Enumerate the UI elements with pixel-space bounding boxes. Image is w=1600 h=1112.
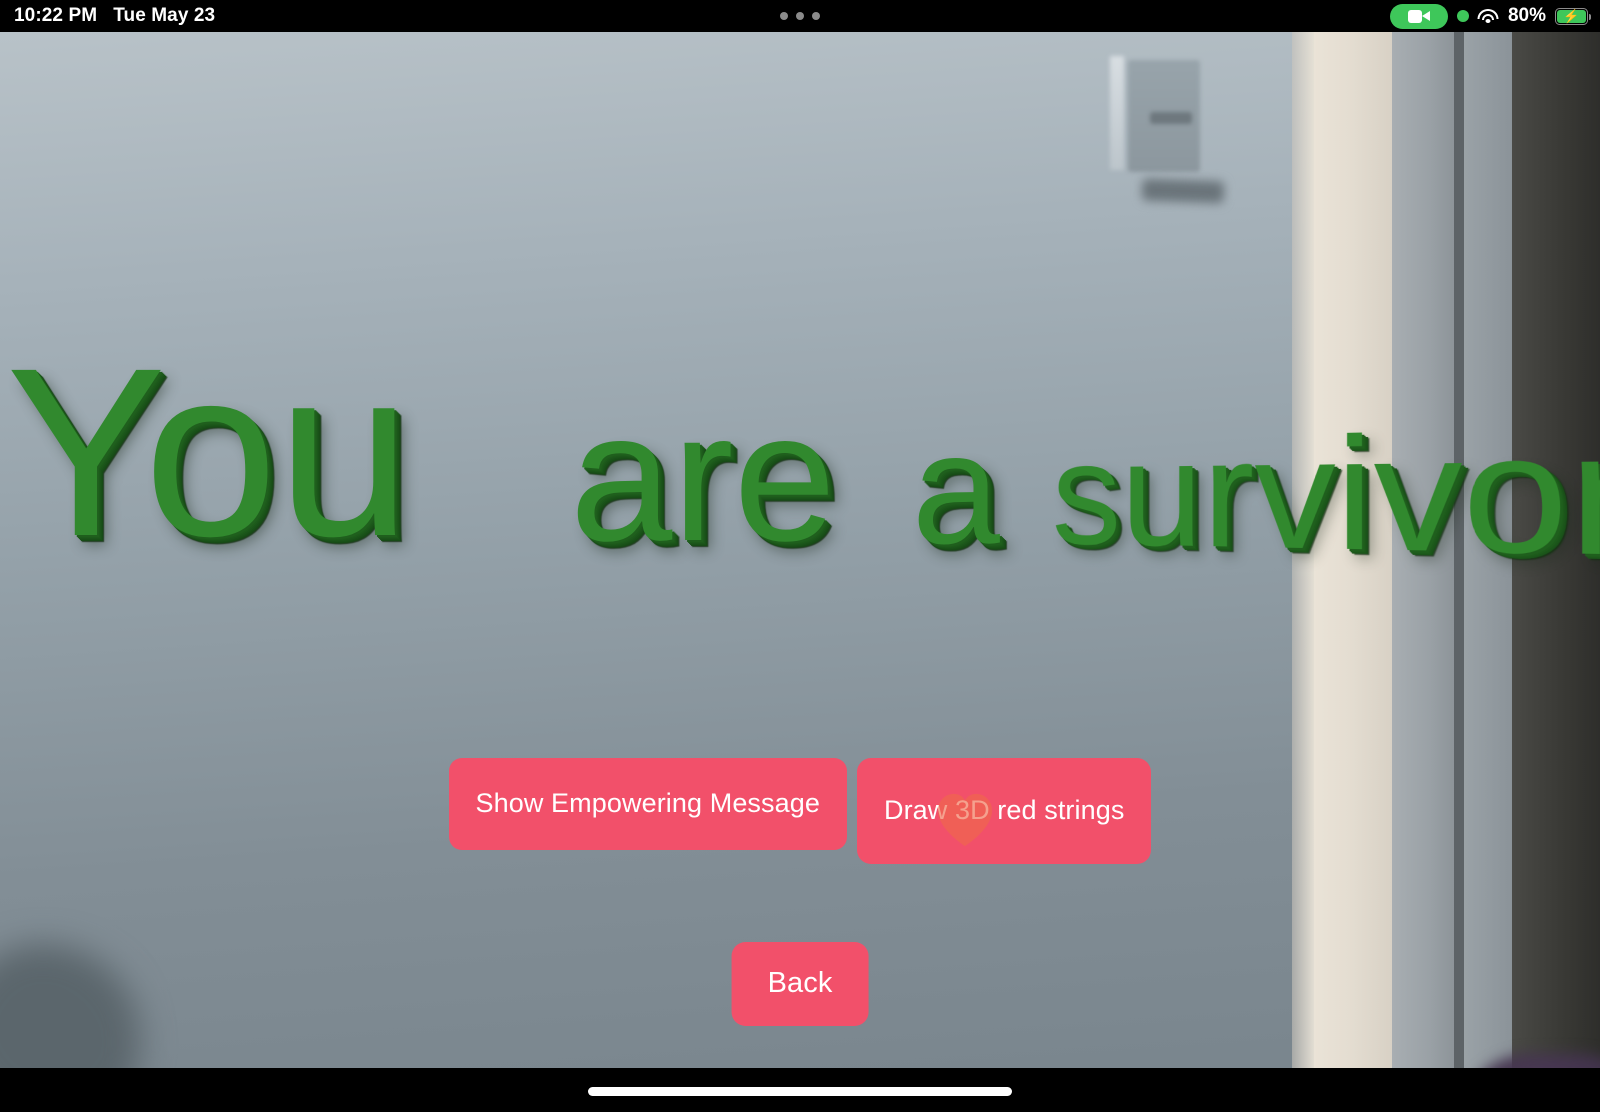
- camera-body: [1407, 9, 1422, 23]
- home-indicator[interactable]: [588, 1087, 1012, 1096]
- ar-word-a: a: [912, 401, 1000, 577]
- show-empowering-message-button[interactable]: Show Empowering Message: [448, 758, 847, 850]
- video-camera-icon: [1389, 3, 1448, 29]
- battery-cap: [1588, 13, 1591, 20]
- three-dots-icon: [780, 12, 788, 20]
- back-button[interactable]: Back: [731, 942, 869, 1026]
- primary-button-row: Show Empowering Message Draw 3D red stri…: [0, 758, 1600, 864]
- status-bar-right: 80% ⚡: [1389, 3, 1591, 29]
- ar-word-are: are: [570, 373, 836, 579]
- green-privacy-dot-icon: [1456, 10, 1469, 22]
- ar-word-you: You: [6, 318, 411, 586]
- status-bar: 10:22 PM Tue May 23 80% ⚡: [0, 0, 1600, 32]
- wifi-dot: [1485, 19, 1491, 23]
- ar-camera-view[interactable]: You are a survivor Show Empowering Messa…: [0, 32, 1600, 1068]
- three-dots-icon: [812, 12, 820, 20]
- battery-charging-icon: ⚡: [1555, 7, 1591, 25]
- video-camera-glyph: [1407, 9, 1430, 23]
- ar-text-layer: You are a survivor: [0, 32, 1600, 1068]
- charging-bolt-icon: ⚡: [1563, 8, 1580, 24]
- status-time: 10:22 PM: [14, 5, 98, 26]
- wifi-icon: [1477, 8, 1499, 24]
- status-bar-left: 10:22 PM Tue May 23: [14, 5, 215, 27]
- home-bar: [0, 1068, 1600, 1112]
- status-date: Tue May 23: [113, 5, 216, 26]
- three-dots-icon: [796, 12, 804, 20]
- battery-percent-label: 80%: [1507, 5, 1546, 26]
- ar-word-survivor: survivor: [1052, 394, 1600, 593]
- device-screen: 10:22 PM Tue May 23 80% ⚡ You are a surv…: [0, 0, 1600, 1112]
- camera-lens: [1421, 11, 1430, 21]
- status-bar-center-dots: [780, 12, 820, 20]
- draw-3d-red-strings-button[interactable]: Draw 3D red strings: [856, 758, 1152, 864]
